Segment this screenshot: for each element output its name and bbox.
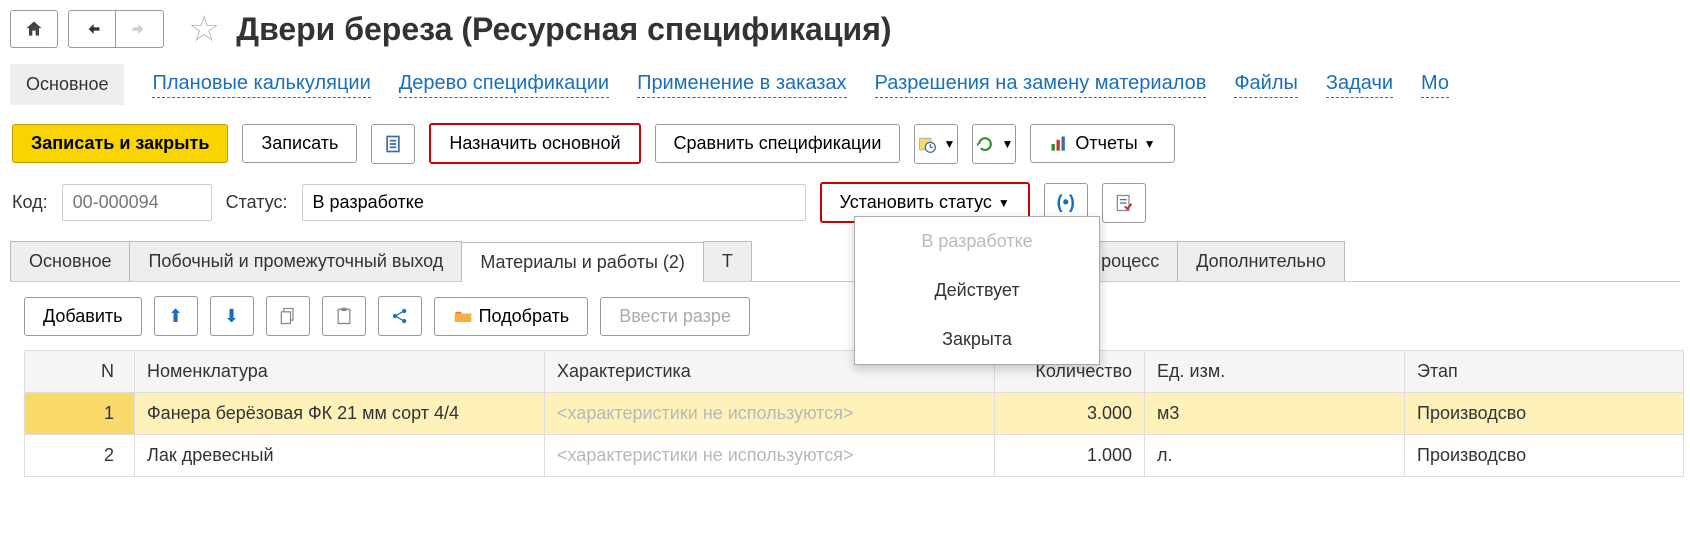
share-button[interactable]	[378, 296, 422, 336]
tab-spec-tree[interactable]: Дерево спецификации	[399, 72, 609, 98]
arrow-down-icon: ⬇	[224, 306, 239, 327]
tab-main[interactable]: Основное	[10, 64, 124, 105]
arrow-right-icon	[130, 19, 150, 39]
compare-button[interactable]: Сравнить спецификации	[655, 124, 901, 163]
cell-qty: 1.000	[995, 435, 1145, 477]
enter-permission-button[interactable]: Ввести разре	[600, 297, 750, 336]
cell-stage: Производсво	[1405, 435, 1684, 477]
save-button[interactable]: Записать	[242, 124, 357, 163]
code-label: Код:	[12, 192, 48, 213]
copy-icon	[278, 306, 298, 326]
paste-button[interactable]	[322, 296, 366, 336]
col-unit[interactable]: Ед. изм.	[1145, 351, 1405, 393]
cell-stage: Производсво	[1405, 393, 1684, 435]
section-tabs: Основное Плановые калькуляции Дерево спе…	[0, 54, 1690, 115]
forward-button[interactable]	[116, 10, 164, 48]
cell-unit: л.	[1145, 435, 1405, 477]
cell-qty: 3.000	[995, 393, 1145, 435]
home-button[interactable]	[10, 10, 58, 48]
checklist-button[interactable]	[1102, 183, 1146, 223]
chevron-down-icon: ▼	[943, 137, 955, 151]
checklist-icon	[1114, 193, 1134, 213]
status-option-active[interactable]: Действует	[855, 266, 1099, 315]
add-button[interactable]: Добавить	[24, 297, 142, 336]
arrow-left-icon	[82, 19, 102, 39]
col-stage[interactable]: Этап	[1405, 351, 1684, 393]
move-up-button[interactable]: ⬆	[154, 296, 198, 336]
calendar-clock-icon	[917, 134, 937, 154]
chevron-down-icon: ▼	[998, 196, 1010, 210]
table-row[interactable]: 2 Лак древесный <характеристики не испол…	[25, 435, 1684, 477]
cell-char: <характеристики не используются>	[545, 393, 995, 435]
chevron-down-icon: ▼	[1144, 137, 1156, 151]
table-row[interactable]: 1 Фанера берёзовая ФК 21 мм сорт 4/4 <ха…	[25, 393, 1684, 435]
subtab-byproduct[interactable]: Побочный и промежуточный выход	[129, 241, 462, 281]
back-button[interactable]	[68, 10, 116, 48]
subtab-main[interactable]: Основное	[10, 241, 130, 281]
status-option-in-dev[interactable]: В разработке	[855, 217, 1099, 266]
status-option-closed[interactable]: Закрыта	[855, 315, 1099, 364]
materials-table: N Номенклатура Характеристика Количество…	[24, 350, 1684, 477]
refresh-dropdown[interactable]: ▼	[972, 124, 1016, 164]
subtab-extra[interactable]: Дополнительно	[1177, 241, 1345, 281]
status-input[interactable]	[302, 184, 806, 221]
set-main-button[interactable]: Назначить основной	[429, 123, 640, 164]
schedule-dropdown[interactable]: ▼	[914, 124, 958, 164]
pick-label: Подобрать	[479, 306, 570, 327]
cell-nom: Фанера берёзовая ФК 21 мм сорт 4/4	[135, 393, 545, 435]
pick-button[interactable]: Подобрать	[434, 297, 589, 336]
status-dropdown: В разработке Действует Закрыта	[854, 216, 1100, 365]
signal-icon: (•)	[1057, 192, 1075, 213]
copy-button[interactable]	[266, 296, 310, 336]
chevron-down-icon: ▼	[1001, 137, 1013, 151]
materials-toolbar: Добавить ⬆ ⬇ Подобрать Ввести разре	[0, 282, 1690, 350]
subtab-t-stub[interactable]: Т	[703, 241, 752, 281]
arrow-up-icon: ⬆	[168, 306, 183, 327]
folder-pick-icon	[453, 306, 473, 326]
tab-tasks[interactable]: Задачи	[1326, 72, 1393, 98]
cell-char: <характеристики не используются>	[545, 435, 995, 477]
tab-more-cut[interactable]: Мо	[1421, 72, 1449, 98]
chart-icon	[1049, 134, 1069, 154]
move-down-button[interactable]: ⬇	[210, 296, 254, 336]
main-toolbar: Записать и закрыть Записать Назначить ос…	[0, 115, 1690, 172]
share-icon	[390, 306, 410, 326]
page-title: Двери береза (Ресурсная спецификация)	[236, 11, 891, 48]
set-status-label: Установить статус	[840, 192, 992, 213]
col-nom[interactable]: Номенклатура	[135, 351, 545, 393]
tab-usage[interactable]: Применение в заказах	[637, 72, 846, 98]
code-input[interactable]	[62, 184, 212, 221]
spec-subtabs: Основное Побочный и промежуточный выход …	[10, 241, 1680, 282]
document-icon	[383, 134, 403, 154]
reports-dropdown[interactable]: Отчеты ▼	[1030, 124, 1174, 163]
status-row: Код: Статус: Установить статус ▼ (•) В р…	[0, 172, 1690, 233]
cell-unit: м3	[1145, 393, 1405, 435]
document-button[interactable]	[371, 124, 415, 164]
tab-plan-calc[interactable]: Плановые калькуляции	[152, 72, 370, 98]
reports-label: Отчеты	[1075, 133, 1137, 154]
star-icon[interactable]: ☆	[188, 8, 220, 50]
status-label: Статус:	[226, 192, 288, 213]
tab-files[interactable]: Файлы	[1234, 72, 1298, 98]
col-n[interactable]: N	[25, 351, 135, 393]
refresh-icon	[975, 134, 995, 154]
subtab-materials[interactable]: Материалы и работы (2)	[461, 242, 704, 282]
cell-n: 1	[25, 393, 135, 435]
save-close-button[interactable]: Записать и закрыть	[12, 124, 228, 163]
cell-n: 2	[25, 435, 135, 477]
tab-replace-perm[interactable]: Разрешения на замену материалов	[875, 72, 1207, 98]
home-icon	[24, 19, 44, 39]
clipboard-icon	[334, 306, 354, 326]
cell-nom: Лак древесный	[135, 435, 545, 477]
